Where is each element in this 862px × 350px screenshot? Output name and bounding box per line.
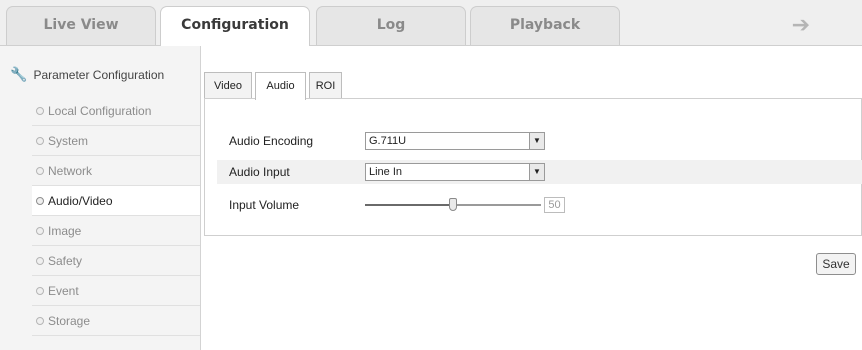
- input-volume-slider[interactable]: [365, 198, 541, 211]
- input-volume-value: 50: [544, 197, 565, 213]
- subtab-roi[interactable]: ROI: [309, 72, 342, 99]
- subtab-video[interactable]: Video: [204, 72, 252, 99]
- sidebar-item-label: System: [48, 134, 89, 148]
- sidebar-item-audio-video[interactable]: Audio/Video: [32, 186, 200, 216]
- audio-encoding-label: Audio Encoding: [229, 134, 314, 148]
- tab-log[interactable]: Log: [316, 6, 466, 45]
- sidebar-item-network[interactable]: Network: [32, 156, 200, 186]
- bullet-icon: [36, 257, 44, 265]
- sidebar-item-label: Image: [48, 224, 82, 238]
- input-volume-label: Input Volume: [229, 198, 300, 212]
- audio-encoding-row: Audio Encoding G.711U ▼: [217, 129, 862, 153]
- tab-configuration[interactable]: Configuration: [160, 6, 310, 46]
- slider-fill: [365, 204, 453, 206]
- input-volume-row: Input Volume 50: [217, 193, 862, 217]
- sidebar-title: Parameter Configuration: [33, 67, 165, 82]
- wrench-icon: 🔧: [10, 66, 28, 82]
- sidebar: 🔧 Parameter Configuration Local Configur…: [0, 46, 201, 350]
- sidebar-item-label: Event: [48, 284, 79, 298]
- bullet-icon: [36, 197, 44, 205]
- top-navigation: Live View Configuration Log Playback ➔: [0, 0, 862, 46]
- audio-input-label: Audio Input: [229, 165, 290, 179]
- audio-input-row: Audio Input Line In ▼: [217, 160, 862, 184]
- arrow-right-icon[interactable]: ➔: [792, 12, 810, 38]
- sidebar-item-label: Audio/Video: [48, 194, 113, 208]
- bullet-icon: [36, 317, 44, 325]
- save-button[interactable]: Save: [816, 253, 856, 275]
- sidebar-item-system[interactable]: System: [32, 126, 200, 156]
- sidebar-item-safety[interactable]: Safety: [32, 246, 200, 276]
- dropdown-arrow-icon: ▼: [529, 164, 544, 180]
- sidebar-item-label: Network: [48, 164, 93, 178]
- slider-handle[interactable]: [449, 198, 457, 211]
- sidebar-header: 🔧 Parameter Configuration: [10, 66, 164, 83]
- audio-encoding-select[interactable]: G.711U ▼: [365, 132, 545, 150]
- sidebar-item-label: Local Configuration: [48, 104, 152, 118]
- subtab-audio[interactable]: Audio: [255, 72, 306, 100]
- tab-playback[interactable]: Playback: [470, 6, 620, 45]
- bullet-icon: [36, 227, 44, 235]
- sidebar-item-label: Safety: [48, 254, 83, 268]
- sidebar-item-storage[interactable]: Storage: [32, 306, 200, 336]
- sidebar-item-event[interactable]: Event: [32, 276, 200, 306]
- bullet-icon: [36, 167, 44, 175]
- audio-input-value: Line In: [369, 166, 403, 178]
- bullet-icon: [36, 107, 44, 115]
- audio-encoding-value: G.711U: [369, 135, 407, 147]
- tab-live-view[interactable]: Live View: [6, 6, 156, 45]
- bullet-icon: [36, 287, 44, 295]
- dropdown-arrow-icon: ▼: [529, 133, 544, 149]
- sidebar-item-image[interactable]: Image: [32, 216, 200, 246]
- sidebar-item-local-configuration[interactable]: Local Configuration: [32, 96, 200, 126]
- bullet-icon: [36, 137, 44, 145]
- sidebar-item-label: Storage: [48, 314, 91, 328]
- audio-input-select[interactable]: Line In ▼: [365, 163, 545, 181]
